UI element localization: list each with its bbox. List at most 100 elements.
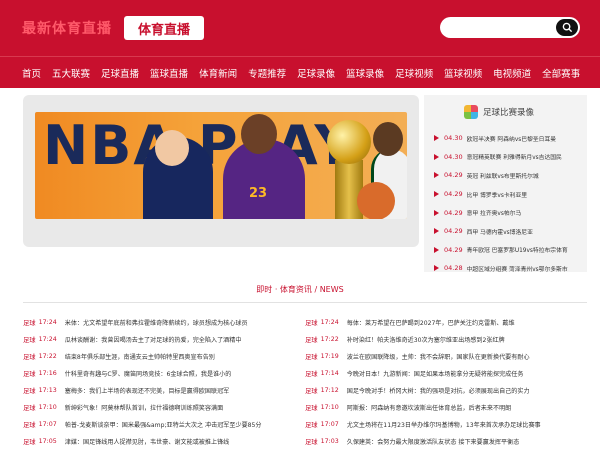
replay-icon [464, 105, 478, 119]
news-headline: 结束8年俱乐部生涯，南通支云主帅帕特里西奥宣布告别 [64, 354, 215, 361]
news-item[interactable]: 足球 17:14 今晚对日本！九游新闻：国足如果本场能拿分无疑将能探完成任务 [305, 365, 575, 382]
news-headline: 每体：莱万希望在巴萨踢到2027年，巴萨关注约克雷斯、戴维 [346, 320, 515, 327]
trophy-ball [327, 120, 371, 164]
banner-image[interactable]: NBA PLAY 23 [35, 112, 407, 219]
site-logo[interactable]: 最新体育直播 [22, 18, 112, 38]
main-nav: 首页 五大联赛 足球直播 篮球直播 体育新闻 专题推荐 足球录像 篮球录像 足球… [0, 56, 600, 88]
nav-item-football-live[interactable]: 足球直播 [101, 66, 139, 80]
nav-item-sports-news[interactable]: 体育新闻 [199, 66, 237, 80]
news-item[interactable]: 足球 17:12 国足今晚对手！桥冈大树：我的强项是对抗，必须展现出自己的实力 [305, 382, 575, 399]
nav-item-football-replay[interactable]: 足球录像 [297, 66, 335, 80]
sidebar-item-date: 04.29 [444, 227, 463, 236]
news-time: 17:24 [38, 319, 57, 326]
news-section-heading: 即时 · 体育资讯 / NEWS [256, 285, 344, 294]
news-headline: 塞梅多：我们上半场的表现还不完美，目标是赢得欧国联冠军 [64, 388, 230, 395]
play-arrow-icon [434, 209, 439, 216]
news-time: 17:12 [320, 387, 339, 394]
news-list-left: 足球 17:24 米体：尤文希望年底前和弗拉霍维奇降薪续约，球员想成为核心球员 足球… [23, 314, 293, 450]
news-category: 足球 [23, 422, 36, 429]
search-input[interactable] [448, 20, 548, 35]
sidebar-item[interactable]: 04.30 欧冠半决赛 阿森纳vs巴黎圣日耳曼 [434, 129, 584, 148]
news-time: 17:16 [38, 370, 57, 377]
nav-item-basketball-replay[interactable]: 篮球录像 [346, 66, 384, 80]
nav-item-football-video[interactable]: 足球视频 [395, 66, 433, 80]
news-item[interactable]: 足球 17:10 阿斯报：阿森纳有意邀坎波斯出任体育总监，后者未来不明朗 [305, 399, 575, 416]
news-list-right: 足球 17:24 每体：莱万希望在巴萨踢到2027年，巴萨关注约克雷斯、戴维 足球 1… [305, 314, 575, 450]
player-head-2 [241, 114, 277, 154]
news-time: 17:24 [320, 319, 339, 326]
sidebar-item-date: 04.29 [444, 245, 463, 254]
news-item[interactable]: 足球 17:05 津媒：国足锋线用人捉襟见肘，韦世豪、谢文能或被推上锋线 [23, 433, 293, 450]
news-item[interactable]: 足球 17:07 尤文主场将在11月23日举办维尔玛基博物，13年来首次承办足球比赛… [305, 416, 575, 433]
news-item[interactable]: 足球 17:16 什科里奇有趣与C罗、魔笛同场竞技：6金球合照，我是谁小的 [23, 365, 293, 382]
news-category: 足球 [305, 354, 318, 361]
news-headline: 什科里奇有趣与C罗、魔笛同场竞技：6金球合照，我是谁小的 [64, 371, 232, 378]
news-headline: 阿斯报：阿森纳有意邀坎波斯出任体育总监，后者未来不明朗 [346, 405, 512, 412]
play-arrow-icon [434, 191, 439, 198]
news-item[interactable]: 足球 17:22 补时染红！帕夫洛维奇近30次为塞尔维亚出场感到2张红牌 [305, 331, 575, 348]
sidebar-item[interactable]: 04.30 意冠精英联赛 利雅得新月vs吉达国民 [434, 148, 584, 167]
sidebar-item-date: 04.30 [444, 152, 463, 161]
nav-item-home[interactable]: 首页 [22, 66, 41, 80]
news-item[interactable]: 足球 17:24 每体：莱万希望在巴萨踢到2027年，巴萨关注约克雷斯、戴维 [305, 314, 575, 331]
sidebar-item[interactable]: 04.29 英冠 利兹联vs布里斯托尔城 [434, 166, 584, 185]
news-item[interactable]: 足球 17:22 结束8年俱乐部生涯，南通支云主帅帕特里西奥宣布告别 [23, 348, 293, 365]
sidebar-item-text: 意冠精英联赛 利雅得新月vs吉达国民 [466, 155, 562, 162]
news-category: 足球 [23, 405, 36, 412]
search-button[interactable] [556, 19, 578, 36]
nav-item-basketball-live[interactable]: 篮球直播 [150, 66, 188, 80]
news-item[interactable]: 足球 17:24 瓜林谈酬谢：我曾因喝汤去主了对足球的热爱，完全陷入了酒精中 [23, 331, 293, 348]
news-headline: 米体：尤文希望年底前和弗拉霍维奇降薪续约，球员想成为核心球员 [64, 320, 248, 327]
banner-container: NBA PLAY 23 [23, 95, 419, 247]
sidebar-item-text: 青年欧冠 巴塞罗那U19vs特拉布宗体育 [466, 248, 568, 255]
news-item[interactable]: 足球 17:13 塞梅多：我们上半场的表现还不完美，目标是赢得欧国联冠军 [23, 382, 293, 399]
news-time: 17:24 [38, 336, 57, 343]
search-bar [440, 17, 580, 38]
news-time: 17:03 [320, 438, 339, 445]
sidebar-item[interactable]: 04.29 西甲 马德内霍vs博洛尼亚 [434, 222, 584, 241]
news-time: 17:22 [320, 336, 339, 343]
sidebar-item[interactable]: 04.28 中超区域分组赛 菏泽青州vs鄂尔多斯市 [434, 259, 584, 278]
news-item[interactable]: 足球 17:07 帕普-戈麦斯谈奈甲：国米最强&amp;亚特兰大次之 冲击冠军至少要… [23, 416, 293, 433]
player-head-1 [155, 130, 189, 166]
basketball-image [357, 182, 395, 219]
sidebar-item-text: 欧冠半决赛 阿森纳vs巴黎圣日耳曼 [466, 136, 557, 143]
news-category: 足球 [23, 388, 36, 395]
sidebar-item[interactable]: 04.29 意甲 拉齐奥vs帕尔马 [434, 203, 584, 222]
nav-item-five-leagues[interactable]: 五大联赛 [52, 66, 90, 80]
sidebar-item-date: 04.30 [444, 134, 463, 143]
news-item[interactable]: 足球 17:03 久保建英：会努力最大限度激活队友状态 接下来要赢发挥平衡态 [305, 433, 575, 450]
news-time: 17:07 [38, 421, 57, 428]
news-item[interactable]: 足球 17:19 波兰在欧国联降级，主帅：我不会辞职，国家队在更新换代要有耐心 [305, 348, 575, 365]
sidebar-item[interactable]: 04.29 青年欧冠 巴塞罗那U19vs特拉布宗体育 [434, 241, 584, 260]
site-title-box[interactable]: 体育直播 [124, 16, 204, 40]
sidebar-item-date: 04.29 [444, 208, 463, 217]
news-category: 足球 [305, 405, 318, 412]
nav-item-tv-channels[interactable]: 电视频道 [493, 66, 531, 80]
news-time: 17:19 [320, 353, 339, 360]
sidebar-item-text: 西甲 马德内霍vs博洛尼亚 [466, 229, 533, 236]
sidebar-item-text: 意甲 拉齐奥vs帕尔马 [466, 211, 522, 218]
site-title: 体育直播 [137, 22, 190, 38]
play-arrow-icon [434, 228, 439, 235]
news-headline: 瓜林谈酬谢：我曾因喝汤去主了对足球的热爱，完全陷入了酒精中 [64, 337, 242, 344]
news-divider [23, 302, 587, 303]
news-headline: 津媒：国足锋线用人捉襟见肘，韦世豪、谢文能或被推上锋线 [64, 439, 230, 446]
sidebar-item[interactable]: 04.29 比甲 博罗季vs卡利亚里 [434, 185, 584, 204]
sidebar-item-text: 中超区域分组赛 菏泽青州vs鄂尔多斯市 [466, 266, 568, 273]
news-time: 17:10 [38, 404, 57, 411]
news-category: 足球 [23, 439, 36, 446]
nav-item-all-events[interactable]: 全部赛事 [542, 66, 580, 80]
news-category: 足球 [305, 320, 318, 327]
news-category: 足球 [23, 320, 36, 327]
news-time: 17:22 [38, 353, 57, 360]
sidebar-header: 足球比赛录像 [464, 105, 534, 119]
play-arrow-icon [434, 265, 439, 272]
play-arrow-icon [434, 246, 439, 253]
news-headline: 今晚对日本！九游新闻：国足如果本场能拿分无疑将能探完成任务 [346, 371, 524, 378]
news-category: 足球 [23, 354, 36, 361]
news-item[interactable]: 足球 17:24 米体：尤文希望年底前和弗拉霍维奇降薪续约，球员想成为核心球员 [23, 314, 293, 331]
nav-item-featured[interactable]: 专题推荐 [248, 66, 286, 80]
news-item[interactable]: 足球 17:10 新绅彩气象！阿莫林帮队首训，拉什福德啊训练照笑容满面 [23, 399, 293, 416]
nav-item-basketball-video[interactable]: 篮球视频 [444, 66, 482, 80]
